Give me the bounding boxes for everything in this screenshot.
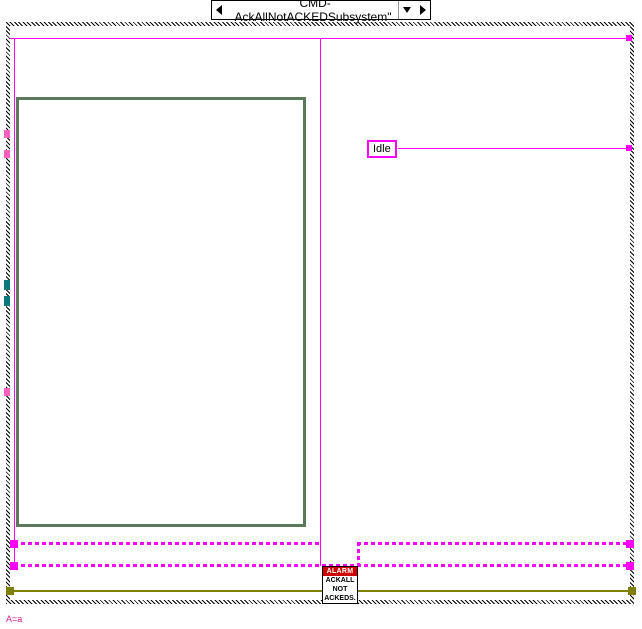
node-line1: ACKALL [323, 576, 357, 585]
tunnel-olive-right [628, 587, 636, 595]
tunnel-left-3 [4, 280, 10, 290]
compare-label: A=a [6, 614, 22, 624]
cluster-frame [16, 97, 306, 527]
idle-enum-text: Idle [373, 143, 391, 155]
tunnel-idle-right [626, 145, 632, 151]
idle-enum-constant[interactable]: Idle [367, 140, 397, 158]
tunnel-olive-left [6, 587, 14, 595]
tunnel-dash-l2 [10, 562, 18, 570]
left-arrow-icon [216, 5, 224, 15]
right-arrow-icon [418, 5, 426, 15]
case-dropdown-button[interactable] [398, 1, 414, 19]
ack-all-alarms-node[interactable]: ALARM ACKALL NOT ACKEDS. [322, 566, 358, 604]
case-prev-button[interactable] [212, 1, 228, 19]
tunnel-left-1 [4, 130, 10, 138]
wire-dash-1 [14, 542, 320, 545]
node-line2: NOT [323, 585, 357, 594]
tunnel-dash-l1 [10, 540, 18, 548]
node-line3: ACKEDS. [323, 594, 357, 603]
wire-idle [398, 148, 630, 149]
case-label[interactable]: "CMD-AckAllNotACKEDSubsystem" [228, 0, 398, 24]
wire-dash-v1 [357, 542, 360, 567]
tunnel-dash-r1 [626, 540, 634, 548]
chevron-down-icon [403, 7, 411, 13]
wire-left-vert [14, 38, 15, 566]
tunnel-top-right [626, 35, 632, 41]
wire-olive-bottom [10, 590, 630, 592]
wire-center-vert [320, 38, 321, 566]
case-selector: "CMD-AckAllNotACKEDSubsystem" [211, 0, 431, 20]
tunnel-left-2 [4, 150, 10, 158]
tunnel-left-5 [4, 388, 10, 396]
wire-dash-right-top [357, 542, 630, 545]
case-next-button[interactable] [414, 1, 430, 19]
tunnel-dash-r2 [626, 562, 634, 570]
tunnel-left-4 [4, 296, 10, 306]
node-alarm-header: ALARM [323, 567, 357, 576]
